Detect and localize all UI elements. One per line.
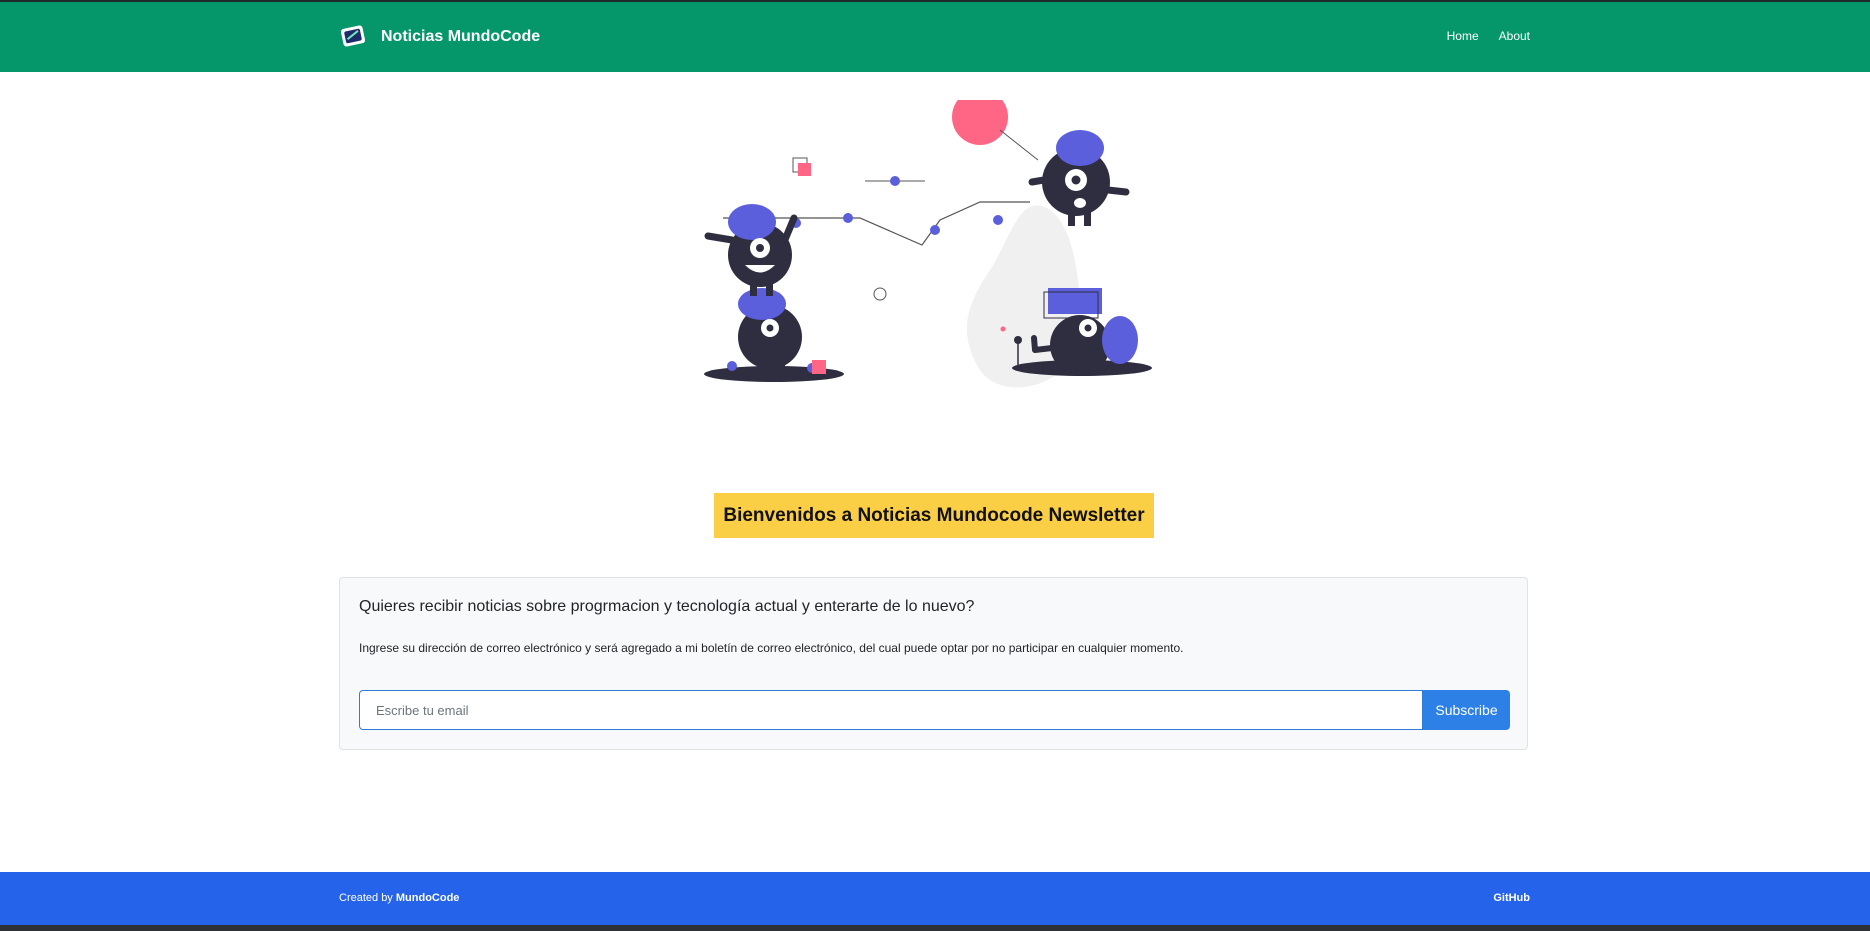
- nav-home[interactable]: Home: [1447, 29, 1479, 43]
- newsletter-card: Quieres recibir noticias sobre progrmaci…: [339, 577, 1528, 750]
- hero-illustration: [704, 100, 1152, 388]
- subscribe-button[interactable]: Subscribe: [1423, 690, 1510, 730]
- brand-name: Noticias MundoCode: [381, 28, 541, 45]
- footer-credit: Created by MundoCode: [339, 892, 459, 904]
- footer-author[interactable]: MundoCode: [396, 892, 460, 904]
- email-input[interactable]: [359, 690, 1423, 730]
- footer-created-by: Created by: [339, 892, 393, 904]
- navbar: Noticias MundoCode Home About: [0, 2, 1870, 72]
- welcome-banner: Bienvenidos a Noticias Mundocode Newslet…: [714, 493, 1154, 538]
- footer: Created by MundoCode GitHub: [0, 872, 1870, 925]
- nav-links: Home About: [1447, 29, 1530, 43]
- newsletter-description: Ingrese su dirección de correo electróni…: [359, 641, 1184, 655]
- newsletter-heading: Quieres recibir noticias sobre progrmaci…: [359, 598, 975, 615]
- nav-about[interactable]: About: [1499, 29, 1530, 43]
- window-frame-bottom: [0, 925, 1870, 931]
- brand-link[interactable]: Noticias MundoCode: [339, 24, 540, 50]
- github-link[interactable]: GitHub: [1493, 892, 1530, 904]
- newspaper-icon: [340, 25, 366, 47]
